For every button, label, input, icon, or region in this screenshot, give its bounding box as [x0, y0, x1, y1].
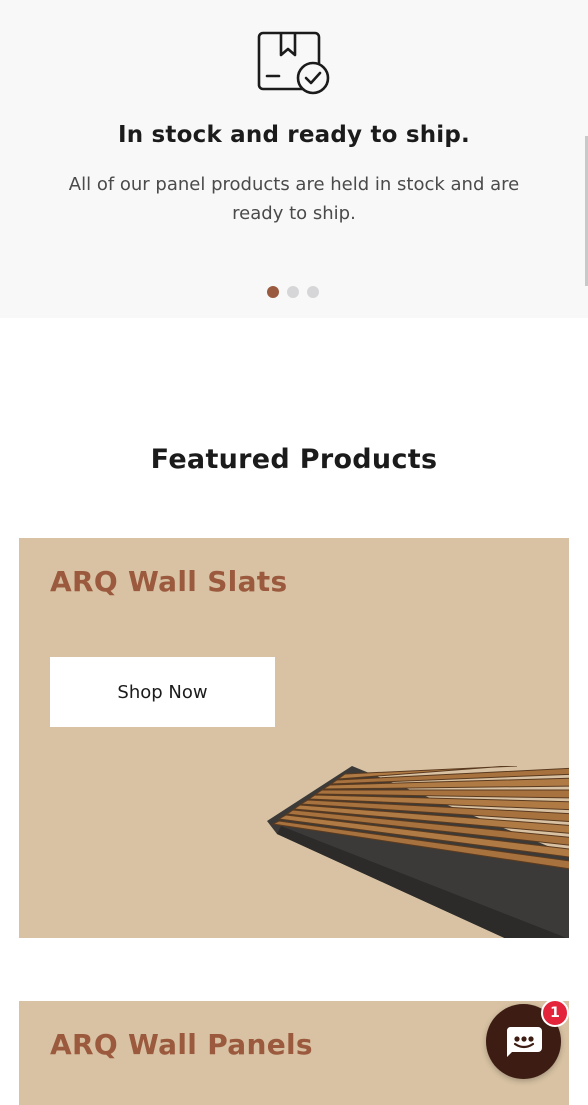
carousel-dot-1[interactable] [267, 286, 279, 298]
wood-slat-panel-image [267, 766, 569, 938]
featured-products-heading: Featured Products [150, 444, 438, 475]
product-card-title[interactable]: ARQ Wall Panels [50, 1028, 313, 1061]
product-card-title[interactable]: ARQ Wall Slats [50, 565, 287, 598]
chat-bubble-icon [506, 1026, 542, 1057]
product-card-wall-panels[interactable]: ARQ Wall Panels [19, 1001, 569, 1105]
package-check-icon [257, 31, 330, 95]
carousel-dot-3[interactable] [307, 286, 319, 298]
product-card-wall-slats[interactable]: ARQ Wall Slats Shop Now [19, 538, 569, 938]
shop-now-button[interactable]: Shop Now [50, 657, 275, 727]
hero-section: In stock and ready to ship. All of our p… [0, 0, 588, 318]
carousel-dots [267, 286, 319, 298]
carousel-dot-2[interactable] [287, 286, 299, 298]
chat-notification-badge: 1 [541, 999, 569, 1027]
hero-title: In stock and ready to ship. [117, 122, 470, 148]
hero-description: All of our panel products are held in st… [68, 174, 520, 224]
